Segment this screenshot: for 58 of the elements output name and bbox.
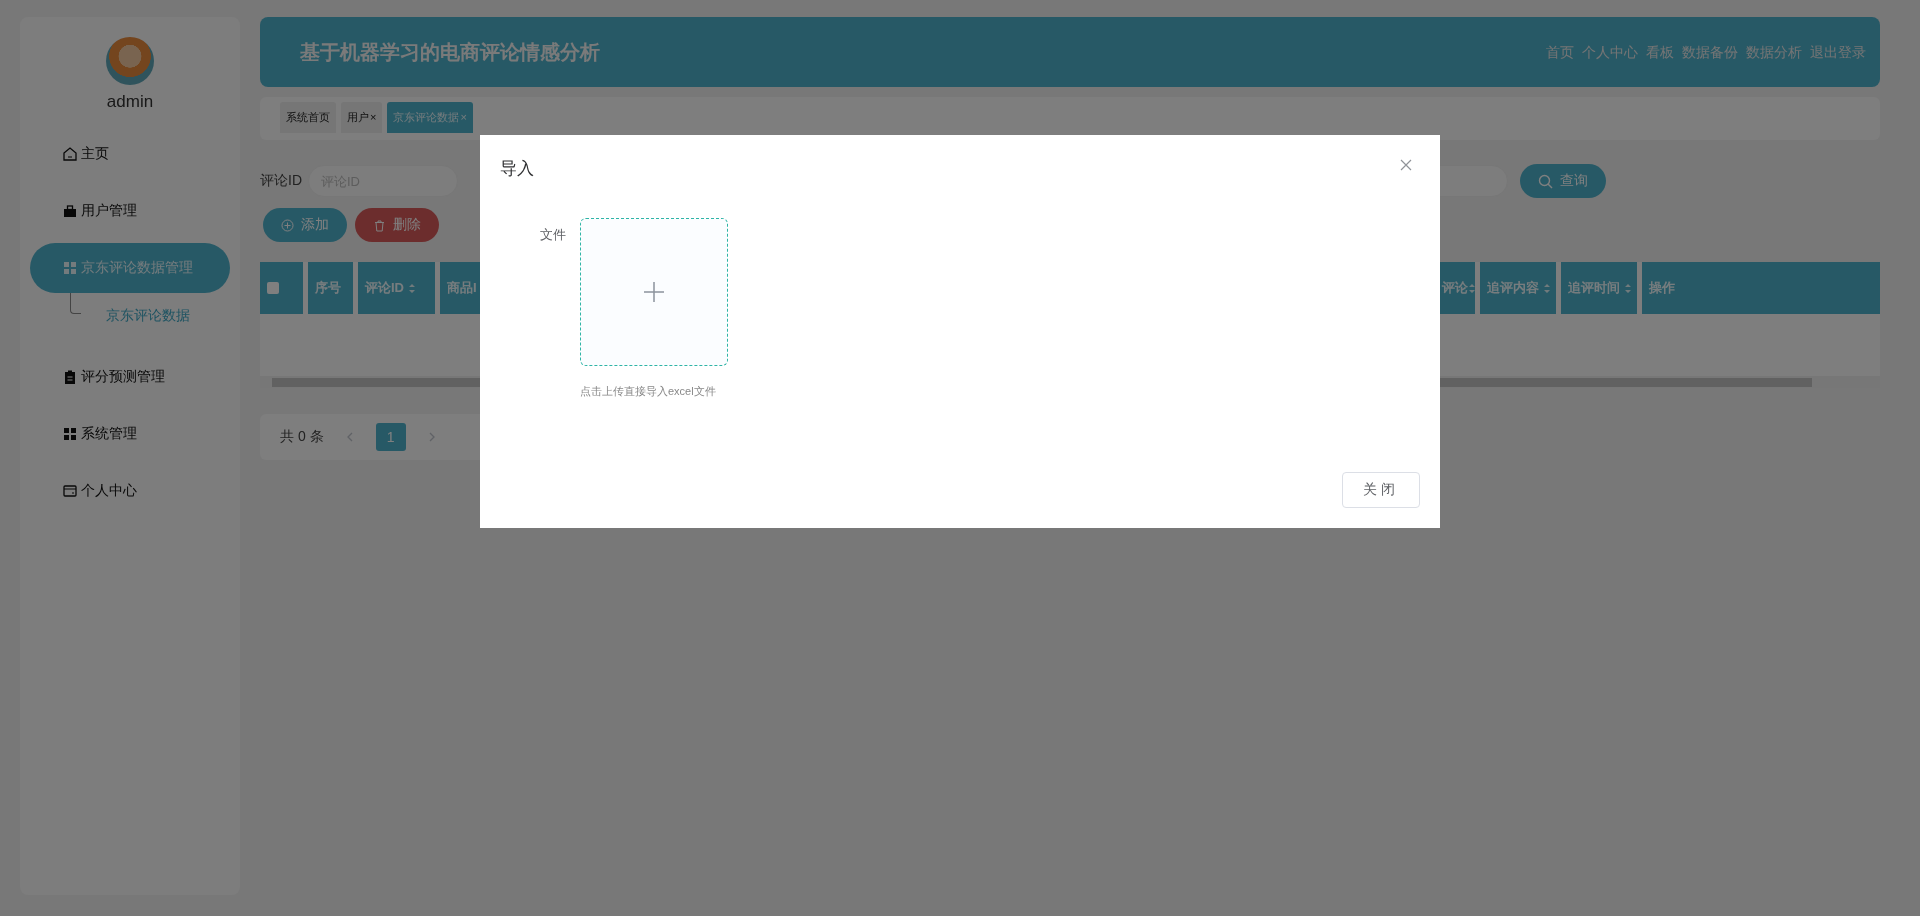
submenu-item[interactable]: 京东评论数据: [106, 307, 190, 325]
close-icon[interactable]: ×: [370, 111, 377, 123]
menu-item[interactable]: 京东评论数据管理: [30, 243, 230, 293]
search-button[interactable]: 查询: [1520, 164, 1606, 198]
column-title: 评论ID: [365, 279, 404, 297]
card-icon: [62, 483, 78, 499]
column-title: 序号: [315, 279, 341, 297]
sort-icon: [1469, 282, 1475, 294]
column-title: 评论: [1442, 279, 1468, 297]
plus-circle-icon: [281, 218, 294, 232]
close-button[interactable]: 关闭: [1342, 472, 1420, 508]
clipboard-icon: [62, 369, 78, 385]
close-icon[interactable]: ×: [460, 111, 467, 123]
trash-icon: [373, 218, 386, 232]
nav-link[interactable]: 首页: [1546, 44, 1574, 62]
delete-button[interactable]: 删除: [355, 208, 439, 242]
grid-icon: [62, 426, 78, 442]
search-icon: [1538, 173, 1553, 189]
nav-link[interactable]: 退出登录: [1810, 44, 1866, 62]
menu-item[interactable]: 主页: [30, 129, 230, 179]
grid-icon: [62, 260, 78, 276]
tab[interactable]: 用户×: [341, 102, 383, 133]
menu-item[interactable]: 系统管理: [30, 409, 230, 459]
field-label: 评论ID: [260, 172, 302, 190]
total-count: 共 0 条: [280, 428, 324, 446]
column-title: 追评内容: [1487, 279, 1539, 297]
upload-area[interactable]: [580, 218, 728, 366]
page-number[interactable]: 1: [375, 423, 406, 451]
menu-item[interactable]: 用户管理: [30, 186, 230, 236]
tree-line: [70, 293, 81, 314]
plus-icon: [642, 280, 666, 304]
username: admin: [106, 92, 154, 112]
sort-icon: [1625, 282, 1631, 294]
app-title: 基于机器学习的电商评论情感分析: [300, 39, 600, 65]
field-label: 文件: [540, 226, 567, 244]
close-icon[interactable]: [1400, 159, 1412, 171]
nav-link[interactable]: 数据备份: [1682, 44, 1738, 62]
nav-link[interactable]: 看板: [1646, 44, 1674, 62]
avatar: [106, 37, 154, 85]
checkbox[interactable]: [267, 282, 279, 294]
tab[interactable]: 系统首页: [280, 102, 336, 133]
sort-icon: [409, 282, 415, 294]
upload-hint: 点击上传直接导入excel文件: [580, 384, 717, 399]
next-page-icon: [427, 432, 436, 442]
prev-page-icon: [345, 432, 354, 442]
column-title: 追评时间: [1568, 279, 1620, 297]
menu-item[interactable]: 个人中心: [30, 466, 230, 516]
sort-icon: [1544, 282, 1550, 294]
dialog-title: 导入: [500, 158, 534, 180]
tab[interactable]: 京东评论数据×: [387, 102, 473, 133]
add-button[interactable]: 添加: [263, 208, 347, 242]
nav-link[interactable]: 数据分析: [1746, 44, 1802, 62]
column-title: 操作: [1649, 279, 1675, 297]
briefcase-icon: [62, 203, 78, 219]
menu-item[interactable]: 评分预测管理: [30, 352, 230, 402]
nav-link[interactable]: 个人中心: [1582, 44, 1638, 62]
column-title: 商品I: [447, 279, 477, 297]
home-icon: [62, 146, 78, 162]
